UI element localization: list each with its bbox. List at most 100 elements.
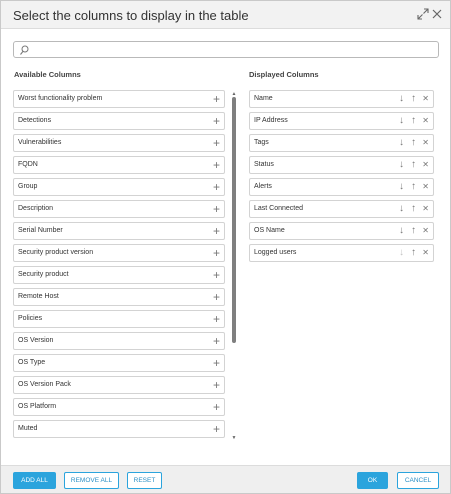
displayed-column-row-status[interactable]: Status ↓ ↑ ✕ [249,156,434,174]
plus-icon[interactable]: + [213,201,220,217]
remove-x-icon[interactable]: ✕ [422,223,429,239]
column-label: OS Name [254,227,285,234]
plus-icon[interactable]: + [213,157,220,173]
column-label: Policies [18,315,43,322]
available-column-row-os-version[interactable]: OS Version + [13,332,225,350]
remove-x-icon[interactable]: ✕ [422,157,429,173]
available-column-row-os-platform[interactable]: OS Platform + [13,398,225,416]
displayed-column-row-alerts[interactable]: Alerts ↓ ↑ ✕ [249,178,434,196]
column-label: Status [254,161,274,168]
column-label: OS Version Pack [18,381,71,388]
arrow-up-icon[interactable]: ↑ [411,135,416,151]
column-label: Security product version [18,249,94,256]
arrow-up-icon[interactable]: ↑ [411,157,416,173]
dialog-title: Select the columns to display in the tab… [13,8,249,23]
plus-icon[interactable]: + [213,355,220,371]
reset-button[interactable]: RESET [127,472,162,489]
remove-x-icon[interactable]: ✕ [422,245,429,261]
column-label: Alerts [254,183,272,190]
arrow-down-icon[interactable]: ↓ [399,91,404,107]
available-column-row-policies[interactable]: Policies + [13,310,225,328]
search-box [13,41,439,58]
ok-button[interactable]: OK [357,472,388,489]
available-column-row-serial-number[interactable]: Serial Number + [13,222,225,240]
arrow-up-icon[interactable]: ↑ [411,245,416,261]
displayed-column-row-logged-users[interactable]: Logged users ↓ ↑ ✕ [249,244,434,262]
remove-x-icon[interactable]: ✕ [422,91,429,107]
column-label: Remote Host [18,293,59,300]
arrow-down-icon[interactable]: ↓ [399,157,404,173]
plus-icon[interactable]: + [213,267,220,283]
column-label: Group [18,183,38,190]
available-column-row-muted[interactable]: Muted + [13,420,225,438]
plus-icon[interactable]: + [213,179,220,195]
available-column-row-detections[interactable]: Detections + [13,112,225,130]
arrow-up-icon[interactable]: ↑ [411,223,416,239]
arrow-down-icon[interactable]: ↓ [399,179,404,195]
column-label: OS Version [18,337,54,344]
arrow-up-icon[interactable]: ↑ [411,113,416,129]
displayed-column-row-last-connected[interactable]: Last Connected ↓ ↑ ✕ [249,200,434,218]
plus-icon[interactable]: + [213,245,220,261]
close-icon[interactable] [430,7,444,21]
plus-icon[interactable]: + [213,311,220,327]
column-label: FQDN [18,161,38,168]
plus-icon[interactable]: + [213,377,220,393]
column-chooser-dialog: Select the columns to display in the tab… [0,0,451,494]
available-scrollbar[interactable]: ▲ ▼ [231,91,237,441]
arrow-down-icon[interactable]: ↓ [399,201,404,217]
cancel-button[interactable]: CANCEL [397,472,439,489]
column-label: OS Type [18,359,46,366]
remove-x-icon[interactable]: ✕ [422,201,429,217]
arrow-up-icon[interactable]: ↑ [411,179,416,195]
arrow-down-icon[interactable]: ↓ [399,113,404,129]
search-icon [19,43,31,56]
displayed-column-row-os-name[interactable]: OS Name ↓ ↑ ✕ [249,222,434,240]
plus-icon[interactable]: + [213,289,220,305]
remove-all-button[interactable]: REMOVE ALL [64,472,119,489]
remove-x-icon[interactable]: ✕ [422,113,429,129]
column-label: Last Connected [254,205,304,212]
displayed-column-row-tags[interactable]: Tags ↓ ↑ ✕ [249,134,434,152]
displayed-column-row-name[interactable]: Name ↓ ↑ ✕ [249,90,434,108]
column-label: IP Address [254,117,288,124]
arrow-down-icon[interactable]: ↓ [399,135,404,151]
column-label: Tags [254,139,269,146]
arrow-up-icon[interactable]: ↑ [411,91,416,107]
add-all-button[interactable]: ADD ALL [13,472,56,489]
column-label: OS Platform [18,403,57,410]
available-column-row-fqdn[interactable]: FQDN + [13,156,225,174]
expand-icon[interactable] [416,7,430,21]
available-column-row-group[interactable]: Group + [13,178,225,196]
available-column-row-security-product-version[interactable]: Security product version + [13,244,225,262]
plus-icon[interactable]: + [213,113,220,129]
available-column-row-security-product[interactable]: Security product + [13,266,225,284]
remove-x-icon[interactable]: ✕ [422,179,429,195]
remove-x-icon[interactable]: ✕ [422,135,429,151]
plus-icon[interactable]: + [213,135,220,151]
search-input[interactable] [34,43,434,56]
column-label: Serial Number [18,227,63,234]
available-column-row-vulnerabilities[interactable]: Vulnerabilities + [13,134,225,152]
column-label: Vulnerabilities [18,139,62,146]
column-label: Worst functionality problem [18,95,103,102]
column-label: Logged users [254,249,297,256]
plus-icon[interactable]: + [213,399,220,415]
displayed-column-row-ip-address[interactable]: IP Address ↓ ↑ ✕ [249,112,434,130]
available-column-row-remote-host[interactable]: Remote Host + [13,288,225,306]
arrow-up-icon[interactable]: ↑ [411,201,416,217]
arrow-down-icon: ↓ [399,247,404,258]
plus-icon[interactable]: + [213,223,220,239]
dialog-footer: ADD ALL REMOVE ALL RESET OK CANCEL [1,465,450,493]
column-label: Muted [18,425,38,432]
arrow-down-icon[interactable]: ↓ [399,223,404,239]
plus-icon[interactable]: + [213,91,220,107]
scroll-down-arrow-icon[interactable]: ▼ [231,435,237,441]
available-column-row-os-version-pack[interactable]: OS Version Pack + [13,376,225,394]
scroll-thumb[interactable] [232,97,236,343]
available-column-row-os-type[interactable]: OS Type + [13,354,225,372]
plus-icon[interactable]: + [213,333,220,349]
available-column-row-worst-functionality-problem[interactable]: Worst functionality problem + [13,90,225,108]
available-column-row-description[interactable]: Description + [13,200,225,218]
plus-icon[interactable]: + [213,421,220,437]
